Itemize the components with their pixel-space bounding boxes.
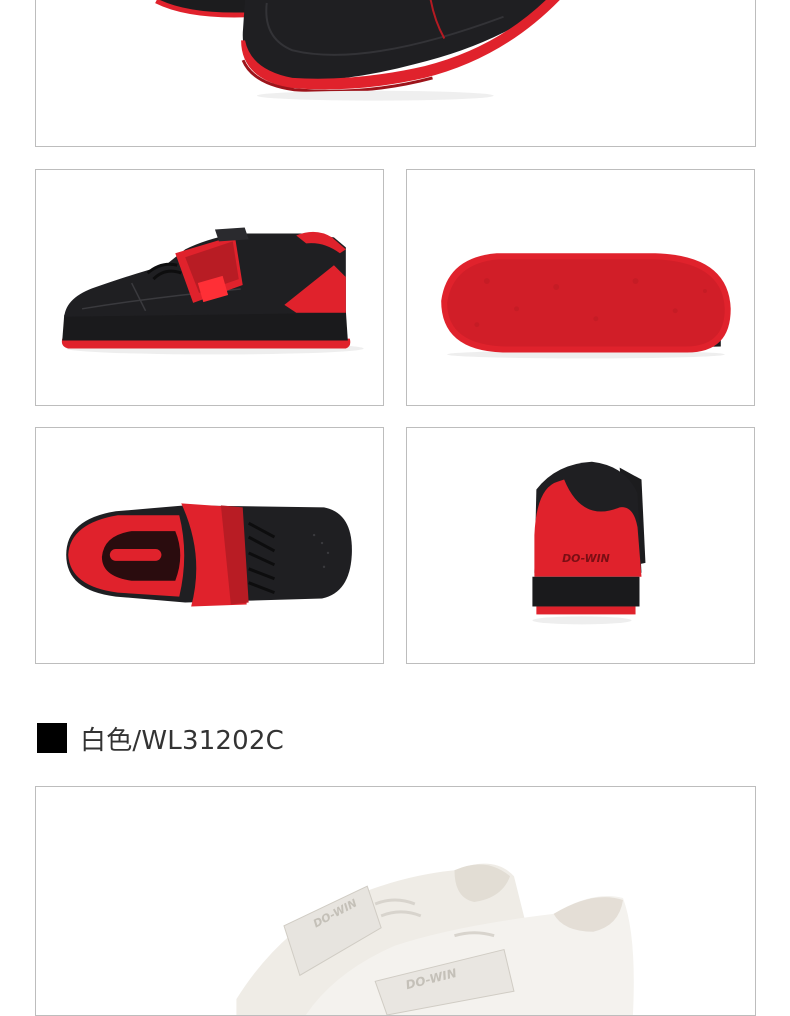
black-shoe-closeup-illustration (155, 0, 560, 101)
product-image-top-view[interactable] (35, 427, 384, 664)
product-image-sole-view[interactable] (406, 169, 755, 406)
black-shoe-side-illustration (61, 227, 364, 355)
product-image-white-pair[interactable]: DO-WIN DO-WIN (35, 786, 756, 1016)
heading-marker-square (37, 723, 67, 753)
product-image-closeup[interactable] (35, 0, 756, 147)
product-image-side-view[interactable] (35, 169, 384, 406)
white-shoe-pair-illustration: DO-WIN DO-WIN (236, 863, 634, 1015)
black-shoe-heel-illustration: DO-WIN (532, 461, 646, 625)
section-heading: 白色/WL31202C (37, 716, 284, 760)
product-image-heel-view[interactable]: DO-WIN (406, 427, 755, 664)
black-shoe-top-illustration (66, 503, 352, 607)
section-title: 白色/WL31202C (80, 725, 285, 756)
red-sole-illustration (441, 253, 731, 359)
brand-logo-text: DO-WIN (562, 552, 610, 565)
